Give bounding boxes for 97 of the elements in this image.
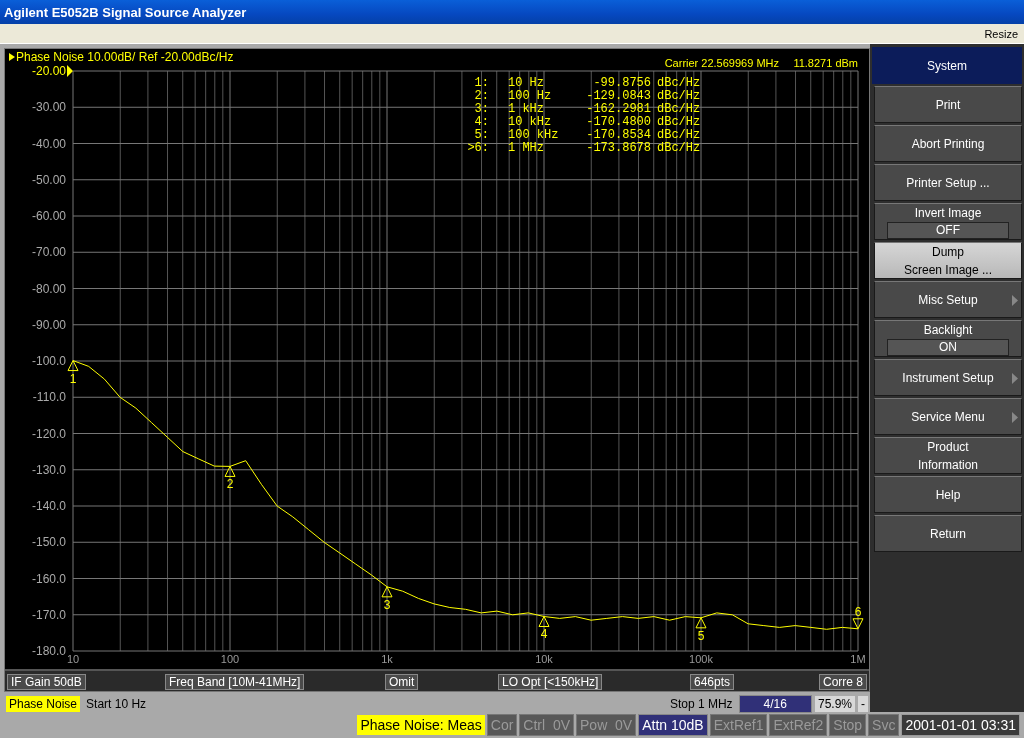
marker-unit: dBc/Hz	[657, 89, 701, 103]
y-axis-label: -40.00	[31, 136, 66, 151]
marker-id: 1:	[474, 76, 489, 90]
sweep-status: -	[858, 696, 868, 712]
y-axis-label: -60.00	[31, 209, 66, 223]
info-box: Freq Band [10M-41MHz]	[165, 674, 305, 690]
marker-unit: dBc/Hz	[657, 76, 701, 90]
marker-frequency: 1 MHz	[508, 141, 544, 155]
sweep-status: Start 10 Hz	[85, 696, 148, 712]
marker-label: 4	[540, 627, 548, 642]
y-axis-label: -130.0	[31, 462, 66, 477]
status-indicator: ExtRef2	[769, 714, 828, 736]
status-indicator: Phase Noise: Meas	[357, 715, 485, 735]
carrier-frequency: Carrier 22.569969 MHz	[664, 57, 779, 69]
status-indicator: 2001-01-01 03:31	[901, 714, 1020, 736]
softkey-button[interactable]: Dump Screen Image ...	[874, 242, 1022, 279]
softkey-value: OFF	[887, 222, 1009, 239]
y-axis-label: -120.0	[31, 426, 66, 441]
y-axis-label: -30.00	[31, 100, 66, 115]
marker-unit: dBc/Hz	[657, 141, 701, 155]
y-axis-label: -20.00	[31, 64, 66, 78]
status-indicator: Pow 0V	[576, 714, 637, 736]
resize-menu[interactable]: Resize	[984, 27, 1018, 40]
x-axis-label: 100	[220, 653, 240, 665]
y-axis-label: -90.00	[31, 317, 66, 332]
y-axis-label: -170.0	[31, 607, 66, 622]
y-axis-label: -80.00	[31, 281, 66, 296]
marker-id: >6:	[467, 141, 489, 155]
reference-level-icon	[67, 65, 73, 77]
status-indicator: Stop	[829, 714, 867, 736]
x-axis-label: 1k	[381, 653, 393, 665]
y-axis-label: -110.0	[32, 390, 66, 405]
marker-unit: dBc/Hz	[657, 128, 701, 142]
x-axis-label: 10	[66, 653, 80, 665]
y-axis-label: -140.0	[31, 499, 66, 513]
softkey-button[interactable]: Misc Setup	[874, 281, 1022, 318]
reference-marker-icon	[9, 53, 15, 61]
marker-frequency: 1 kHz	[508, 102, 544, 116]
marker-label: 6	[854, 604, 862, 619]
marker-label: 2	[226, 477, 234, 492]
y-axis-label: -160.0	[31, 571, 66, 586]
marker-label: 1	[69, 371, 77, 386]
y-axis-label: -100.0	[31, 354, 66, 368]
status-indicator: Svc	[868, 714, 900, 736]
sweep-status: 75.9%	[814, 696, 855, 712]
marker-id: 5:	[474, 128, 489, 142]
x-axis-label: 100k	[689, 653, 713, 665]
marker-id: 3:	[474, 102, 489, 116]
marker-frequency: 10 kHz	[508, 115, 552, 129]
status-indicator: Attn 10dB	[638, 714, 708, 736]
y-axis-label: -50.00	[31, 172, 66, 187]
y-axis-label: -150.0	[31, 535, 66, 550]
sweep-status: 4/16	[738, 695, 812, 713]
sweep-status: Stop 1 MHz	[668, 696, 734, 712]
marker-frequency: 10 Hz	[508, 76, 544, 90]
marker-unit: dBc/Hz	[657, 102, 701, 116]
x-axis-label: 10k	[535, 653, 553, 665]
softkey-button[interactable]: Instrument Setup	[874, 359, 1022, 396]
softkey-value: ON	[887, 339, 1009, 356]
marker-id: 2:	[474, 89, 489, 103]
info-box: LO Opt [<150kHz]	[498, 674, 603, 690]
info-box: IF Gain 50dB	[7, 674, 86, 690]
status-indicator: Ctrl 0V	[519, 714, 575, 736]
info-box: Corre 8	[819, 674, 867, 690]
y-axis-label: -70.00	[31, 245, 66, 260]
window-title: Agilent E5052B Signal Source Analyzer	[0, 0, 1024, 24]
softkey-button[interactable]: Invert Image OFF	[874, 203, 1022, 240]
marker-value: -162.2981	[586, 102, 651, 116]
softkey-button[interactable]: Abort Printing	[874, 125, 1022, 162]
y-axis-label: -180.0	[31, 644, 66, 658]
softkey-button[interactable]: Print	[874, 86, 1022, 123]
softkey-button[interactable]: Product Information	[874, 437, 1022, 474]
softkey-button[interactable]: Printer Setup ...	[874, 164, 1022, 201]
softkey-button[interactable]: Help	[874, 476, 1022, 513]
marker-value: -173.8678	[586, 141, 651, 155]
status-indicator: Cor	[486, 714, 518, 736]
marker-id: 4:	[474, 115, 489, 129]
marker-label: 5	[697, 628, 705, 643]
marker-frequency: 100 Hz	[508, 89, 552, 103]
sweep-status: Phase Noise	[6, 696, 81, 712]
marker-value: -170.8534	[586, 128, 651, 142]
info-box: 646pts	[690, 674, 735, 690]
softkey-button[interactable]: Return	[874, 515, 1022, 552]
marker-value: -99.8756	[593, 76, 651, 90]
softkey-button[interactable]: Service Menu	[874, 398, 1022, 435]
carrier-power: 11.8271 dBm	[793, 57, 858, 69]
softkey-button[interactable]: Backlight ON	[874, 320, 1022, 357]
status-indicator: ExtRef1	[709, 714, 768, 736]
x-axis-label: 1M	[850, 653, 866, 665]
marker-frequency: 100 kHz	[508, 128, 559, 142]
info-box: Omit	[385, 674, 419, 690]
marker-value: -129.0843	[586, 89, 651, 103]
marker-unit: dBc/Hz	[657, 115, 701, 129]
softkey-menu-title: System	[872, 47, 1022, 84]
trace-title: Phase Noise 10.00dB/ Ref -20.00dBc/Hz	[16, 50, 234, 64]
marker-label: 3	[383, 597, 391, 612]
marker-value: -170.4800	[586, 115, 651, 129]
